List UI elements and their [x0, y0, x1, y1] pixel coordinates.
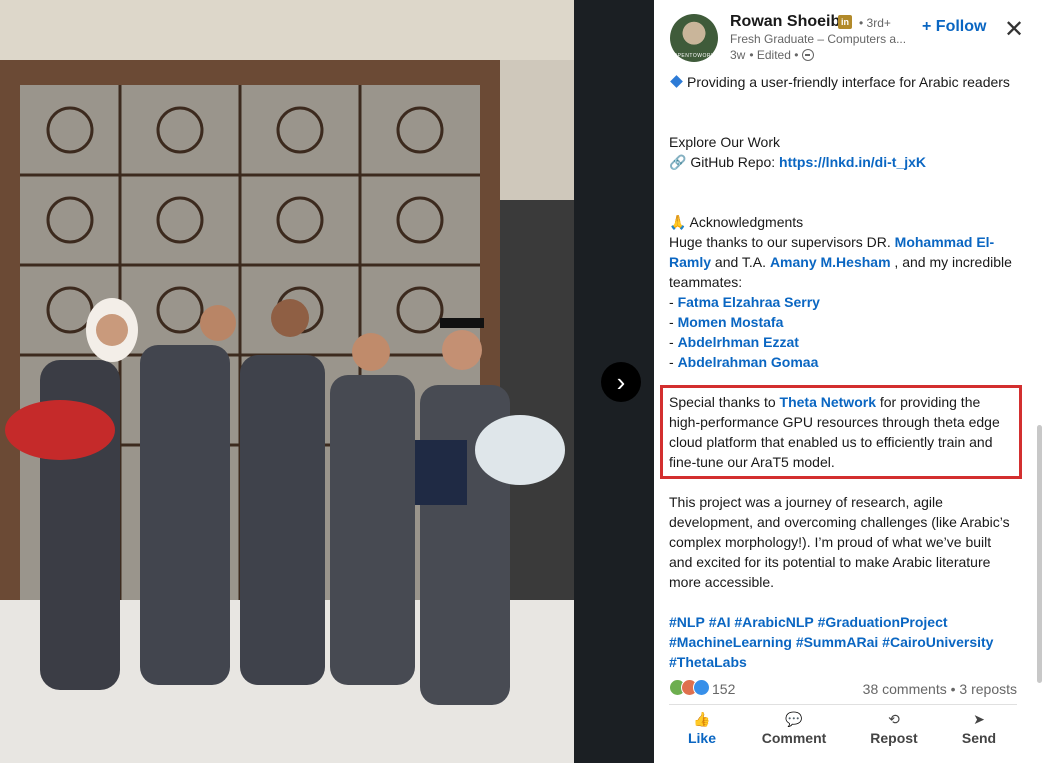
github-label: 🔗 GitHub Repo: — [669, 154, 780, 170]
theta-network-link[interactable]: Theta Network — [780, 394, 876, 410]
author-name[interactable]: Rowan Shoeib — [730, 13, 840, 31]
close-icon[interactable]: ✕ — [1004, 18, 1024, 42]
edited-label: • Edited • — [749, 48, 799, 62]
follow-button[interactable]: + Follow — [922, 18, 986, 36]
teammate-item: - Abdelrhman Ezzat — [669, 334, 799, 350]
reaction-icons[interactable] — [669, 679, 710, 696]
acknowledgments-section: 🙏 Acknowledgments Huge thanks to our sup… — [669, 212, 1014, 372]
explore-heading: Explore Our Work — [669, 134, 780, 150]
reaction-count[interactable]: 152 — [712, 681, 735, 697]
teammate-link[interactable]: Momen Mostafa — [678, 314, 784, 330]
github-link[interactable]: https://lnkd.in/di-t_jxK — [779, 154, 926, 170]
post-photo[interactable] — [0, 0, 574, 763]
hashtag-link[interactable]: #SummARai — [796, 634, 878, 650]
hashtag-link[interactable]: #AI — [709, 614, 731, 630]
send-icon: ➤ — [973, 711, 985, 727]
teammate-link[interactable]: Abdelrahman Gomaa — [678, 354, 819, 370]
teammate-item: - Fatma Elzahraa Serry — [669, 294, 820, 310]
open-to-work-ring: OPENTOWORK — [673, 53, 715, 59]
chevron-right-icon: › — [616, 366, 626, 397]
social-counts: 152 38 comments • 3 reposts — [654, 676, 1047, 700]
scrollbar-thumb[interactable] — [1037, 425, 1042, 683]
reposts-count[interactable]: 3 reposts — [959, 681, 1017, 697]
feature-line: Providing a user-friendly interface for … — [669, 72, 1014, 92]
ack-heading: 🙏 Acknowledgments — [669, 214, 804, 230]
post-header: OPENTOWORK Rowan Shoeib in • 3rd+ Fresh … — [654, 0, 1047, 70]
teammate-item: - Momen Mostafa — [669, 314, 784, 330]
like-button[interactable]: 👍 Like — [662, 710, 742, 746]
repost-icon: ⟲ — [888, 711, 900, 727]
next-image-button[interactable]: › — [601, 362, 641, 402]
comment-button[interactable]: 💬 Comment — [754, 710, 834, 746]
hashtag-link[interactable]: #NLP — [669, 614, 705, 630]
special-thanks-paragraph: Special thanks to Theta Network for prov… — [669, 394, 1000, 470]
repost-button[interactable]: ⟲ Repost — [854, 710, 934, 746]
hashtag-link[interactable]: #GraduationProject — [818, 614, 948, 630]
connection-degree: • 3rd+ — [859, 16, 891, 30]
thumbs-up-icon: 👍 — [693, 711, 711, 727]
author-headline: Fresh Graduate – Computers a... — [730, 32, 907, 46]
linkedin-premium-icon: in — [838, 15, 852, 29]
post-time: 3w — [730, 48, 746, 62]
explore-section: Explore Our Work 🔗 GitHub Repo: https://… — [669, 132, 1014, 172]
globe-icon — [802, 49, 815, 61]
graduation-photo-illustration — [0, 0, 574, 763]
post-meta: 3w • Edited • — [730, 48, 815, 62]
comments-count[interactable]: 38 comments — [863, 681, 947, 697]
comment-repost-counts: 38 comments • 3 reposts — [862, 681, 1017, 697]
supervisor-link-2[interactable]: Amany M.Hesham — [770, 254, 891, 270]
hashtag-link[interactable]: #MachineLearning — [669, 634, 792, 650]
teammate-link[interactable]: Fatma Elzahraa Serry — [678, 294, 820, 310]
action-bar: 👍 Like 💬 Comment ⟲ Repost ➤ Send — [654, 710, 1047, 760]
divider — [669, 704, 1017, 705]
teammate-link[interactable]: Abdelrhman Ezzat — [678, 334, 799, 350]
send-button[interactable]: ➤ Send — [939, 710, 1019, 746]
avatar[interactable]: OPENTOWORK — [670, 14, 718, 62]
post-detail-panel: OPENTOWORK Rowan Shoeib in • 3rd+ Fresh … — [654, 0, 1047, 763]
hashtags: #NLP #AI #ArabicNLP #GraduationProject #… — [669, 612, 1014, 672]
like-reaction-icon — [693, 679, 710, 696]
hashtag-link[interactable]: #CairoUniversity — [882, 634, 993, 650]
journey-paragraph: This project was a journey of research, … — [669, 494, 1010, 590]
teammate-item: - Abdelrahman Gomaa — [669, 354, 819, 370]
blue-diamond-icon — [670, 75, 683, 88]
hashtag-link[interactable]: #ThetaLabs — [669, 654, 747, 670]
comment-icon: 💬 — [785, 711, 803, 727]
post-body[interactable]: Providing a user-friendly interface for … — [654, 70, 1047, 703]
hashtag-link[interactable]: #ArabicNLP — [734, 614, 813, 630]
